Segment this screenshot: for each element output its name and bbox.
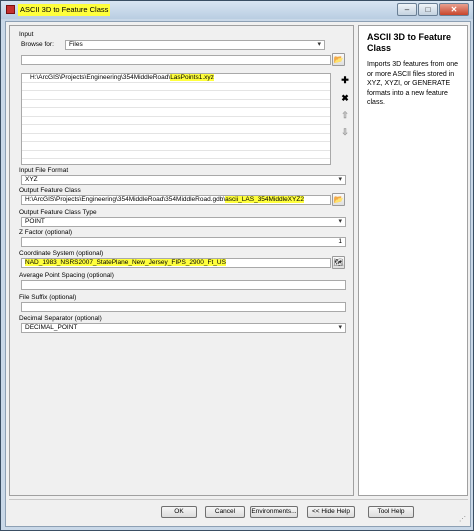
list-item-empty: [22, 108, 330, 117]
average-point-spacing-label: Average Point Spacing (optional): [19, 272, 114, 279]
output-feature-class-type-value: POINT: [25, 218, 45, 225]
dialog-client-area: Input Browse for: Files 📂 H:\ArcGIS\Proj…: [5, 21, 471, 527]
list-item-empty: [22, 117, 330, 125]
output-feature-class-type-select[interactable]: POINT: [21, 217, 346, 227]
ok-button[interactable]: OK: [161, 506, 197, 518]
output-feature-class-type-label: Output Feature Class Type: [19, 209, 97, 216]
decimal-separator-value: DECIMAL_POINT: [25, 324, 78, 331]
help-text: Imports 3D features from one or more ASC…: [367, 61, 459, 106]
list-item-empty: [22, 83, 330, 91]
folder-open-icon[interactable]: 📂: [332, 193, 345, 206]
output-feature-class-label: Output Feature Class: [19, 187, 81, 194]
output-feature-class-path: H:\ArcGIS\Projects\Engineering\354Middle…: [25, 196, 226, 203]
hide-help-button[interactable]: << Hide Help: [307, 506, 355, 518]
help-panel: ASCII 3D to Feature Class Imports 3D fea…: [358, 25, 468, 496]
input-file-format-select[interactable]: XYZ: [21, 175, 346, 185]
help-title: ASCII 3D to Feature Class: [367, 32, 452, 53]
input-file-format-label: Input File Format: [19, 167, 69, 174]
decimal-separator-label: Decimal Separator (optional): [19, 315, 102, 322]
input-file-path: H:\ArcGIS\Projects\Engineering\354Middle…: [30, 74, 171, 81]
window-title: ASCII 3D to Feature Class: [18, 4, 111, 16]
output-feature-class-field[interactable]: H:\ArcGIS\Projects\Engineering\354Middle…: [21, 195, 331, 205]
file-suffix-label: File Suffix (optional): [19, 294, 77, 301]
tool-dialog-window: ASCII 3D to Feature Class – □ ✕ Input Br…: [0, 0, 474, 531]
z-factor-label: Z Factor (optional): [19, 229, 73, 236]
input-file-name: LasPoints1.xyz: [170, 74, 214, 81]
environments-button[interactable]: Environments...: [250, 506, 298, 518]
cancel-button[interactable]: Cancel: [205, 506, 245, 518]
plus-icon[interactable]: ✚: [339, 75, 351, 87]
list-item-empty: [22, 91, 330, 100]
button-bar: OK Cancel Environments... << Hide Help T…: [9, 499, 468, 525]
input-file-format-value: XYZ: [25, 176, 38, 183]
coordinate-system-value: NAD_1983_NSRS2007_StatePlane_New_Jersey_…: [25, 259, 226, 266]
z-factor-value: 1: [338, 238, 342, 245]
browse-for-select[interactable]: Files: [65, 40, 325, 50]
tool-help-button[interactable]: Tool Help: [368, 506, 414, 518]
input-files-list[interactable]: H:\ArcGIS\Projects\Engineering\354Middle…: [21, 73, 331, 165]
input-section-label: Input: [19, 31, 34, 38]
toolbox-icon: [6, 5, 15, 14]
spatial-reference-icon[interactable]: 🗺: [332, 256, 345, 269]
x-icon[interactable]: ✖: [339, 93, 351, 105]
maximize-button[interactable]: □: [418, 3, 438, 16]
file-suffix-input[interactable]: [21, 302, 346, 312]
parameters-panel: Input Browse for: Files 📂 H:\ArcGIS\Proj…: [9, 25, 354, 496]
folder-open-icon[interactable]: 📂: [332, 53, 345, 66]
title-bar[interactable]: ASCII 3D to Feature Class – □ ✕: [1, 1, 473, 19]
list-item-empty: [22, 134, 330, 142]
list-item-empty: [22, 100, 330, 108]
close-button[interactable]: ✕: [439, 3, 469, 16]
z-factor-input[interactable]: 1: [21, 237, 346, 247]
coordinate-system-label: Coordinate System (optional): [19, 250, 104, 257]
browse-for-label: Browse for:: [21, 41, 54, 48]
list-item-empty: [22, 125, 330, 134]
resize-grip-icon[interactable]: ⋰: [459, 516, 467, 524]
arrow-up-icon[interactable]: ⇧: [339, 110, 351, 122]
browse-for-value: Files: [69, 41, 83, 48]
output-feature-class-name: ascii_LAS_354MiddleXYZ2: [225, 196, 304, 203]
decimal-separator-select[interactable]: DECIMAL_POINT: [21, 323, 346, 333]
average-point-spacing-input[interactable]: [21, 280, 346, 290]
list-item-empty: [22, 142, 330, 151]
list-item[interactable]: H:\ArcGIS\Projects\Engineering\354Middle…: [22, 74, 330, 83]
input-file-field[interactable]: [21, 55, 331, 65]
list-item-empty: [22, 151, 330, 159]
arrow-down-icon[interactable]: ⇩: [339, 127, 351, 139]
minimize-button[interactable]: –: [397, 3, 417, 16]
coordinate-system-field[interactable]: NAD_1983_NSRS2007_StatePlane_New_Jersey_…: [21, 258, 331, 268]
